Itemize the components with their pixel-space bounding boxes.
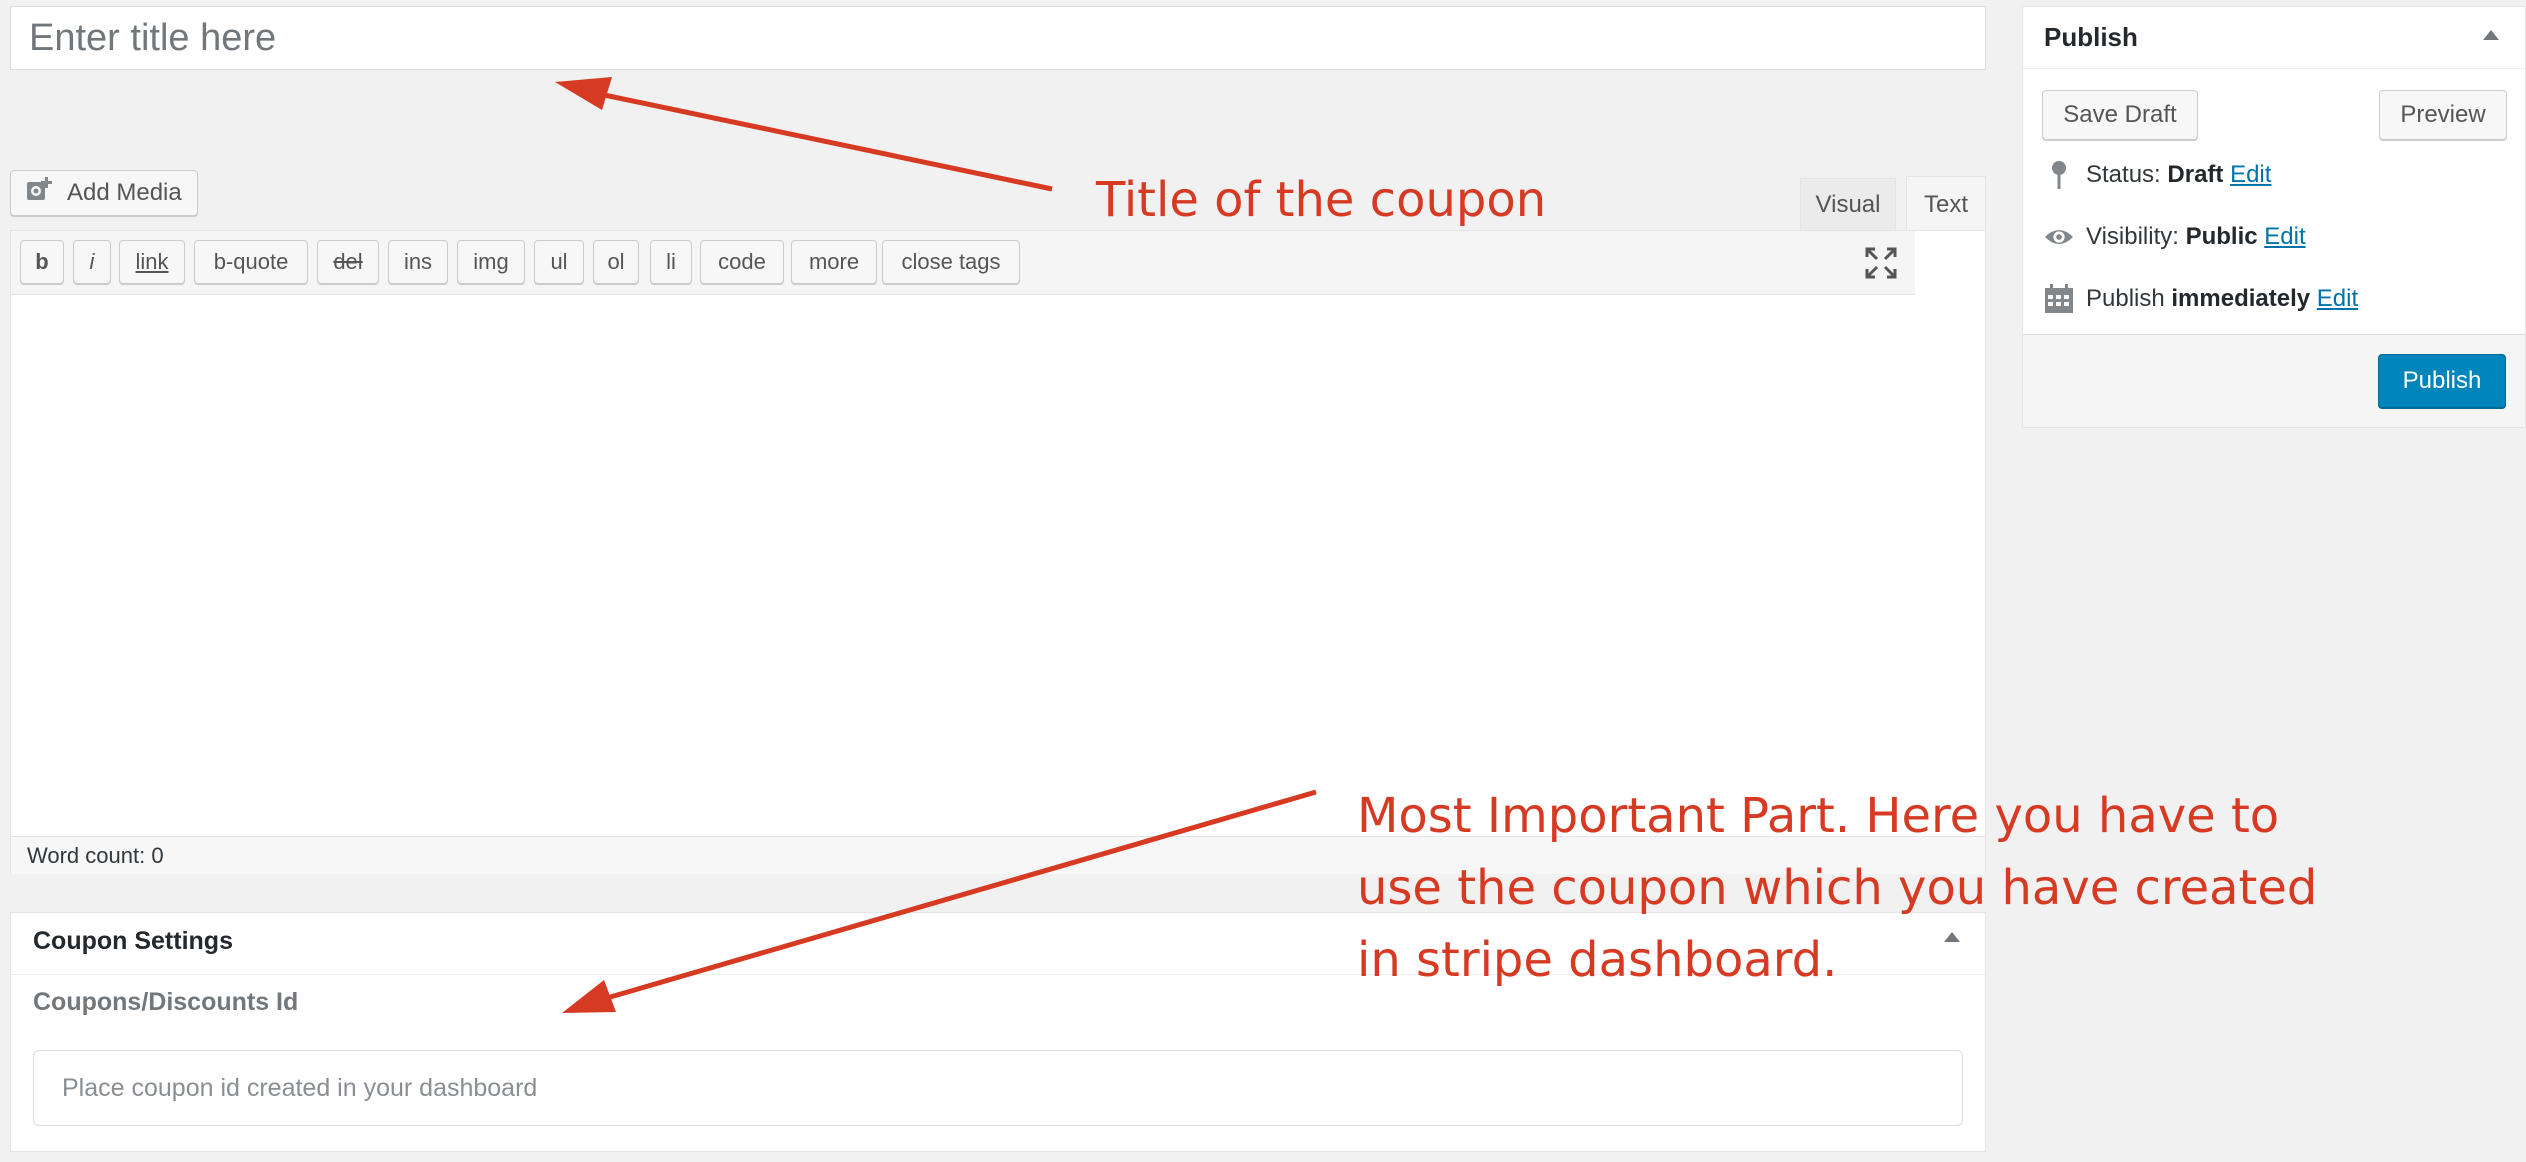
schedule-label: Publish [2086, 285, 2165, 312]
visibility-row: Visibility: Public Edit [2044, 222, 2306, 252]
title-arrow [555, 77, 1053, 192]
quicktag-del-button[interactable]: del [317, 240, 379, 284]
quicktag-li-button[interactable]: li [650, 240, 692, 284]
visibility-label: Visibility: [2086, 223, 2179, 250]
publish-button[interactable]: Publish [2378, 354, 2506, 408]
post-title-input[interactable] [10, 6, 1986, 70]
eye-icon [2044, 222, 2074, 252]
quicktag-bold-button[interactable]: b [20, 240, 64, 284]
quicktag-bquote-button[interactable]: b-quote [194, 240, 308, 284]
editor-area[interactable] [10, 230, 1986, 874]
quicktag-more-button[interactable]: more [791, 240, 877, 284]
add-media-icon [25, 175, 55, 212]
status-value: Draft [2167, 161, 2224, 188]
coupon-settings-title: Coupon Settings [33, 927, 233, 955]
quicktag-code-button[interactable]: code [700, 240, 784, 284]
quicktag-ins-button[interactable]: ins [388, 240, 448, 284]
quicktag-italic-button[interactable]: i [73, 240, 111, 284]
pin-icon [2044, 160, 2074, 190]
edit-visibility-link[interactable]: Edit [2264, 223, 2305, 250]
annotation-title-note: Title of the coupon [1096, 172, 1547, 228]
quicktag-close-tags-button[interactable]: close tags [882, 240, 1020, 284]
tab-text[interactable]: Text [1906, 176, 1986, 232]
preview-button[interactable]: Preview [2379, 90, 2507, 140]
save-draft-button[interactable]: Save Draft [2042, 90, 2198, 140]
calendar-icon [2044, 284, 2074, 314]
schedule-row: Publish immediately Edit [2044, 284, 2358, 314]
edit-schedule-link[interactable]: Edit [2317, 285, 2358, 312]
coupon-id-label: Coupons/Discounts Id [33, 988, 299, 1016]
schedule-value: immediately [2171, 285, 2311, 312]
collapse-arrow-icon[interactable] [2483, 30, 2499, 40]
status-label: Status: [2086, 161, 2161, 188]
publish-box-title: Publish [2044, 22, 2138, 52]
quicktag-ul-button[interactable]: ul [534, 240, 584, 284]
coupon-id-input[interactable] [33, 1050, 1963, 1126]
status-row: Status: Draft Edit [2044, 160, 2271, 190]
quicktag-link-button[interactable]: link [119, 240, 185, 284]
add-media-button[interactable]: Add Media [10, 170, 198, 216]
tab-visual[interactable]: Visual [1800, 178, 1896, 230]
fullscreen-icon[interactable] [1864, 246, 1898, 280]
quicktag-img-button[interactable]: img [457, 240, 525, 284]
edit-status-link[interactable]: Edit [2230, 161, 2271, 188]
add-media-label: Add Media [67, 179, 182, 206]
annotation-coupon-note: Most Important Part. Here you have to us… [1357, 788, 2318, 988]
visibility-value: Public [2185, 223, 2258, 250]
quicktag-ol-button[interactable]: ol [593, 240, 639, 284]
